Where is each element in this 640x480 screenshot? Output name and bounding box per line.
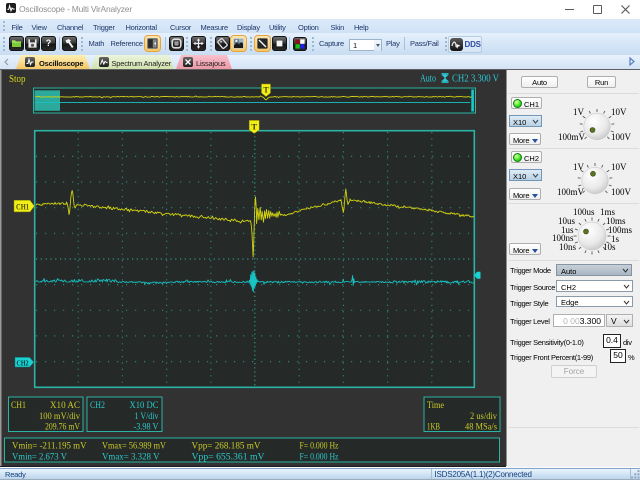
svg-text:Vmax= 3.328 V: Vmax= 3.328 V — [102, 453, 160, 463]
svg-text:1 V/div: 1 V/div — [135, 412, 159, 422]
svg-text:209.76 mV: 209.76 mV — [45, 423, 80, 433]
svg-text:F= 0.000 Hz: F= 0.000 Hz — [300, 442, 339, 452]
svg-text:T: T — [263, 86, 269, 95]
svg-text:Stop: Stop — [9, 74, 26, 85]
svg-text:2 us/div: 2 us/div — [470, 412, 497, 422]
svg-text:-3.98 V: -3.98 V — [134, 423, 159, 433]
svg-text:CH2: CH2 — [17, 358, 29, 367]
svg-text:X10 AC: X10 AC — [50, 401, 80, 411]
svg-text:F= 0.000 Hz: F= 0.000 Hz — [300, 453, 339, 463]
svg-text:CH1: CH1 — [16, 202, 29, 212]
svg-text:T: T — [251, 122, 257, 132]
svg-text:CH2 3.300 V: CH2 3.300 V — [452, 74, 500, 85]
svg-text:Vmin= 2.673 V: Vmin= 2.673 V — [12, 453, 67, 463]
svg-text:CH2: CH2 — [90, 401, 105, 411]
svg-text:Vmin= -211.195 mV: Vmin= -211.195 mV — [12, 442, 87, 452]
svg-text:Time: Time — [427, 401, 444, 411]
svg-text:Vpp= 655.361 mV: Vpp= 655.361 mV — [192, 453, 265, 463]
svg-text:CH1: CH1 — [11, 401, 26, 411]
svg-text:Vmax= 56.989 mV: Vmax= 56.989 mV — [102, 442, 166, 452]
svg-text:X10 DC: X10 DC — [130, 401, 159, 411]
svg-text:1KB: 1KB — [427, 423, 440, 433]
svg-text:Vpp= 268.185 mV: Vpp= 268.185 mV — [192, 442, 261, 452]
svg-text:100 mV/div: 100 mV/div — [39, 412, 80, 422]
svg-text:Auto: Auto — [420, 74, 436, 85]
svg-text:48 MSa/s: 48 MSa/s — [465, 423, 497, 433]
